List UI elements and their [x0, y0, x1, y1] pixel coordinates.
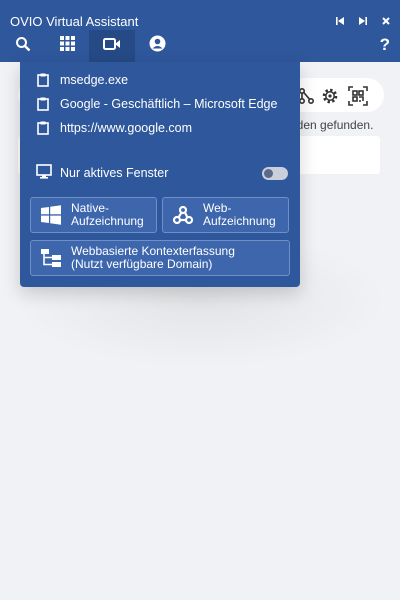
status-text: nden gefunden. [290, 118, 374, 132]
monitor-icon [36, 164, 52, 182]
qr-code-icon[interactable] [348, 86, 368, 106]
gear-icon[interactable] [320, 86, 340, 106]
toggle-knob [264, 169, 273, 178]
windows-icon [31, 205, 71, 225]
grid-icon [59, 36, 75, 56]
user-circle-icon [149, 35, 166, 57]
tab-record[interactable] [89, 30, 135, 62]
tab-apps[interactable] [44, 30, 90, 62]
native-line2: Aufzeichnung [71, 214, 144, 228]
window-item-label: Google - Geschäftlich – Microsoft Edge [60, 97, 278, 111]
tab-account[interactable] [134, 30, 180, 62]
active-window-label: Nur aktives Fenster [60, 166, 169, 180]
native-recording-button[interactable]: Native- Aufzeichnung [30, 197, 157, 233]
context-capture-button[interactable]: Webbasierte Kontexterfassung (Nutzt verf… [30, 240, 290, 276]
clipboard-icon [36, 96, 50, 112]
recording-panel: msedge.exe Google - Geschäftlich – Micro… [20, 62, 300, 287]
window-item-label: https://www.google.com [60, 121, 193, 135]
clipboard-icon [36, 72, 50, 88]
web-recording-button[interactable]: Web- Aufzeichnung [162, 197, 289, 233]
native-line1: Native- [71, 201, 110, 215]
window-item-msedge[interactable]: msedge.exe [36, 70, 128, 90]
clipboard-icon [36, 120, 50, 136]
tab-search[interactable] [0, 30, 46, 62]
window-title: OVIO Virtual Assistant [10, 14, 139, 29]
prev-icon[interactable] [332, 12, 348, 30]
webhook-icon [163, 204, 203, 226]
window-item-google[interactable]: Google - Geschäftlich – Microsoft Edge [36, 94, 277, 114]
window-item-label: msedge.exe [60, 73, 129, 87]
web-line1: Web- [203, 201, 232, 215]
next-icon[interactable] [355, 12, 371, 30]
title-bar: OVIO Virtual Assistant ? [0, 0, 400, 62]
context-line1: Webbasierte Kontexterfassung [71, 244, 235, 258]
help-button[interactable]: ? [380, 35, 390, 55]
context-line2: (Nutzt verfügbare Domain) [71, 257, 213, 271]
search-icon [15, 36, 31, 57]
video-camera-icon [103, 37, 121, 56]
active-window-toggle[interactable] [262, 167, 288, 180]
active-window-row: Nur aktives Fenster [36, 162, 288, 184]
window-item-url[interactable]: https://www.google.com [36, 118, 192, 138]
close-icon[interactable] [378, 12, 394, 30]
sitemap-icon [31, 248, 71, 268]
web-line2: Aufzeichnung [203, 214, 276, 228]
